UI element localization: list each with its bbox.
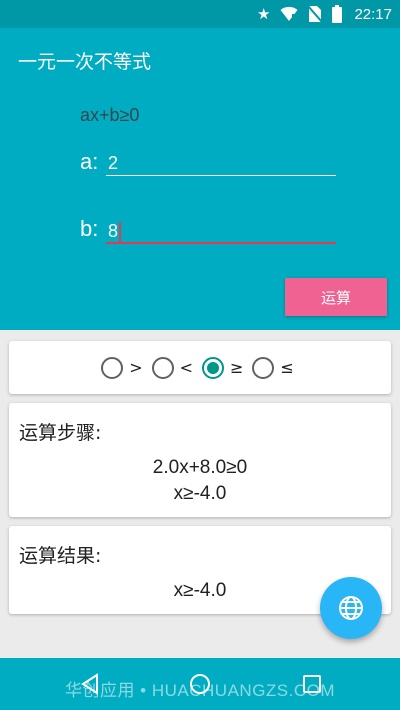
result-heading: 运算结果: bbox=[19, 545, 102, 567]
operator-radio-group: > < ≥ ≤ bbox=[9, 341, 391, 394]
radio-button-checked[interactable] bbox=[202, 356, 224, 379]
step-line: 2.0x+8.0≥0 bbox=[152, 457, 248, 478]
a-value: 2 bbox=[108, 153, 119, 173]
radio-button[interactable] bbox=[151, 356, 174, 379]
watermark: 华创应用 • HUACHUANGZS.COM bbox=[64, 681, 336, 700]
star-icon: ★ bbox=[257, 5, 271, 23]
wifi-icon bbox=[280, 6, 298, 21]
app-bar: 一元一次不等式 bbox=[0, 28, 400, 90]
radio-label: ≥ bbox=[230, 358, 244, 377]
radio-less[interactable]: < bbox=[151, 356, 198, 379]
battery-icon bbox=[332, 5, 343, 23]
b-label: b: bbox=[80, 216, 99, 241]
radio-button[interactable] bbox=[252, 356, 275, 379]
globe-icon bbox=[339, 596, 363, 620]
step-line: x≥-4.0 bbox=[173, 483, 227, 504]
steps-heading: 运算步骤: bbox=[19, 422, 102, 444]
radio-label: ≤ bbox=[280, 358, 294, 377]
radio-greater-equal[interactable]: ≥ bbox=[202, 356, 248, 379]
radio-greater[interactable]: > bbox=[101, 356, 147, 379]
status-bar: ★ 22:17 bbox=[0, 0, 400, 28]
clock: 22:17 bbox=[354, 5, 392, 23]
page-title: 一元一次不等式 bbox=[18, 51, 152, 73]
a-input[interactable]: 2 bbox=[106, 150, 336, 176]
radio-label: > bbox=[129, 358, 143, 377]
a-label: a: bbox=[80, 149, 99, 174]
text-cursor bbox=[119, 222, 122, 243]
steps-card: 运算步骤: 2.0x+8.0≥0 x≥-4.0 bbox=[9, 403, 391, 517]
calculate-button[interactable]: 运算 bbox=[285, 278, 387, 316]
navigation-bar: 华创应用 • HUACHUANGZS.COM bbox=[0, 658, 400, 710]
formula-label: ax+b≥0 bbox=[80, 105, 140, 125]
b-input[interactable]: 8 bbox=[106, 218, 336, 244]
b-value: 8 bbox=[108, 221, 119, 241]
no-sim-icon bbox=[308, 5, 323, 23]
radio-less-equal[interactable]: ≤ bbox=[252, 356, 298, 379]
radio-button[interactable] bbox=[101, 356, 124, 379]
input-panel: ax+b≥0 a: 2 b: 8 运算 bbox=[0, 90, 400, 330]
language-fab[interactable] bbox=[320, 577, 382, 639]
radio-label: < bbox=[179, 358, 193, 377]
